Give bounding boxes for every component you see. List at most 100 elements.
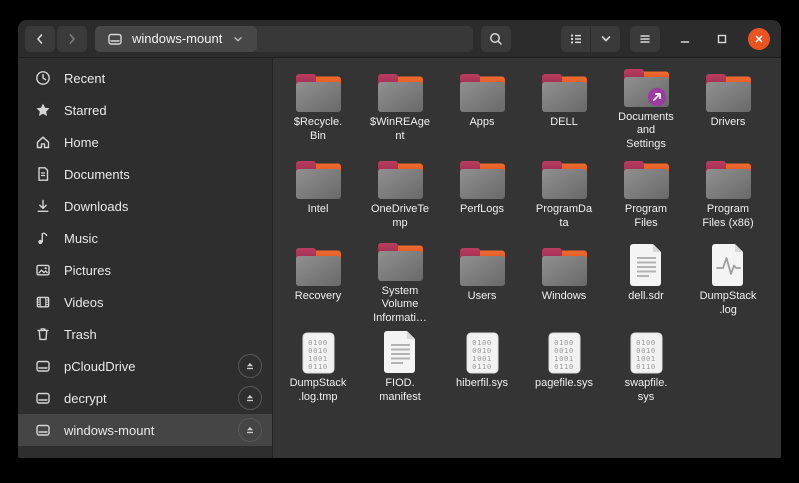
file-name-label: FIOD. manifest bbox=[379, 377, 421, 404]
file-item-hiberfil-sys[interactable]: 0100001010010110 hiberfil.sys bbox=[441, 325, 523, 412]
sidebar-item-label: Home bbox=[64, 135, 99, 150]
sidebar-item-windows-mount[interactable]: windows-mount bbox=[18, 414, 272, 446]
file-item-intel[interactable]: Intel bbox=[277, 151, 359, 238]
binary-file-icon: 0100001010010110 bbox=[302, 327, 335, 374]
file-item-dell[interactable]: DELL bbox=[523, 64, 605, 151]
list-view-button[interactable] bbox=[561, 26, 590, 52]
sidebar-item-videos[interactable]: Videos bbox=[18, 286, 272, 318]
sidebar-item-music[interactable]: Music bbox=[18, 222, 272, 254]
sidebar-item-pclouddrive[interactable]: pCloudDrive bbox=[18, 350, 272, 382]
close-button[interactable] bbox=[748, 28, 770, 50]
list-view-icon bbox=[568, 31, 584, 47]
sidebar-item-label: Downloads bbox=[64, 199, 128, 214]
drive-icon bbox=[35, 390, 51, 406]
window-controls bbox=[674, 28, 770, 50]
eject-button[interactable] bbox=[238, 418, 262, 442]
sidebar-item-label: Documents bbox=[64, 167, 130, 182]
file-item-programdata[interactable]: ProgramDa ta bbox=[523, 151, 605, 238]
binary-file-icon: 0100001010010110 bbox=[548, 327, 581, 374]
clock-icon bbox=[35, 70, 51, 86]
path-segment-current[interactable]: windows-mount bbox=[95, 26, 257, 52]
drive-icon bbox=[107, 31, 123, 47]
window-body: Recent Starred Home Documents Downloads Music… bbox=[18, 58, 781, 458]
film-icon bbox=[35, 294, 51, 310]
maximize-button[interactable] bbox=[711, 28, 733, 50]
file-name-label: PerfLogs bbox=[460, 203, 504, 217]
sidebar-item-recent[interactable]: Recent bbox=[18, 62, 272, 94]
file-name-label: Intel bbox=[308, 203, 329, 217]
file-item-recovery[interactable]: Recovery bbox=[277, 238, 359, 325]
folder-icon bbox=[459, 153, 506, 200]
folder-icon bbox=[459, 66, 506, 113]
folder-icon bbox=[541, 66, 588, 113]
file-name-label: DumpStack .log bbox=[700, 290, 757, 317]
eject-button[interactable] bbox=[238, 354, 262, 378]
forward-button[interactable] bbox=[57, 26, 87, 52]
file-item-pagefile-sys[interactable]: 0100001010010110 pagefile.sys bbox=[523, 325, 605, 412]
file-name-label: Users bbox=[468, 290, 497, 304]
chevron-down-icon bbox=[231, 32, 245, 46]
menu-button[interactable] bbox=[630, 26, 660, 52]
chevron-left-icon bbox=[32, 31, 48, 47]
search-button[interactable] bbox=[481, 26, 511, 52]
sidebar-item-downloads[interactable]: Downloads bbox=[18, 190, 272, 222]
file-item-onedrivetemp[interactable]: OneDriveTe mp bbox=[359, 151, 441, 238]
sidebar-item-pictures[interactable]: Pictures bbox=[18, 254, 272, 286]
sidebar: Recent Starred Home Documents Downloads Music… bbox=[18, 58, 273, 458]
minimize-button[interactable] bbox=[674, 28, 696, 50]
file-name-label: dell.sdr bbox=[628, 290, 663, 304]
file-item-winreagent[interactable]: $WinREAge nt bbox=[359, 64, 441, 151]
folder-icon bbox=[295, 153, 342, 200]
eject-icon bbox=[244, 424, 256, 436]
folder-symlink-icon bbox=[623, 66, 670, 108]
sidebar-item-documents[interactable]: Documents bbox=[18, 158, 272, 190]
file-name-label: hiberfil.sys bbox=[456, 377, 508, 391]
binary-file-icon: 0100001010010110 bbox=[630, 327, 663, 374]
file-item-users[interactable]: Users bbox=[441, 238, 523, 325]
file-item-perflogs[interactable]: PerfLogs bbox=[441, 151, 523, 238]
folder-icon bbox=[295, 66, 342, 113]
file-name-label: Apps bbox=[469, 116, 494, 130]
file-item-apps[interactable]: Apps bbox=[441, 64, 523, 151]
sidebar-item-label: pCloudDrive bbox=[64, 359, 136, 374]
text-document-icon bbox=[629, 240, 664, 287]
file-item-documents-and-settings[interactable]: Documents and Settings bbox=[605, 64, 687, 151]
folder-icon bbox=[623, 153, 670, 200]
file-view[interactable]: $Recycle. Bin $WinREAge nt Apps DELL Doc… bbox=[273, 58, 781, 458]
file-item-dumpstack-log-tmp[interactable]: 0100001010010110 DumpStack .log.tmp bbox=[277, 325, 359, 412]
document-icon bbox=[35, 166, 51, 182]
view-options-button[interactable] bbox=[591, 26, 620, 52]
file-name-label: Recovery bbox=[295, 290, 341, 304]
back-button[interactable] bbox=[25, 26, 55, 52]
path-bar[interactable]: windows-mount bbox=[95, 26, 473, 52]
file-item-dell-sdr[interactable]: dell.sdr bbox=[605, 238, 687, 325]
file-item-windows[interactable]: Windows bbox=[523, 238, 605, 325]
file-item-dumpstack-log[interactable]: DumpStack .log bbox=[687, 238, 769, 325]
sidebar-item-home[interactable]: Home bbox=[18, 126, 272, 158]
file-item-drivers[interactable]: Drivers bbox=[687, 64, 769, 151]
sidebar-item-label: Trash bbox=[64, 327, 97, 342]
file-name-label: DumpStack .log.tmp bbox=[290, 377, 347, 404]
star-icon bbox=[35, 102, 51, 118]
folder-icon bbox=[377, 153, 424, 200]
sidebar-item-label: windows-mount bbox=[64, 423, 154, 438]
drive-icon bbox=[35, 422, 51, 438]
file-item-fiod-manifest[interactable]: FIOD. manifest bbox=[359, 325, 441, 412]
sidebar-item-label: Videos bbox=[64, 295, 104, 310]
desktop: { "colors": { "accent_orange": "#E95420"… bbox=[0, 0, 799, 483]
sidebar-item-decrypt[interactable]: decrypt bbox=[18, 382, 272, 414]
sidebar-item-trash[interactable]: Trash bbox=[18, 318, 272, 350]
file-item-system-volume-information[interactable]: System Volume Informati… bbox=[359, 238, 441, 325]
sidebar-item-label: decrypt bbox=[64, 391, 107, 406]
file-item-program-files-x86[interactable]: Program Files (x86) bbox=[687, 151, 769, 238]
file-item-program-files[interactable]: Program Files bbox=[605, 151, 687, 238]
svg-text:0110: 0110 bbox=[636, 362, 656, 371]
sidebar-item-label: Starred bbox=[64, 103, 107, 118]
file-item-recycle-bin[interactable]: $Recycle. Bin bbox=[277, 64, 359, 151]
file-item-swapfile-sys[interactable]: 0100001010010110 swapfile. sys bbox=[605, 325, 687, 412]
eject-button[interactable] bbox=[238, 386, 262, 410]
sidebar-item-starred[interactable]: Starred bbox=[18, 94, 272, 126]
eject-icon bbox=[244, 360, 256, 372]
chevron-right-icon bbox=[64, 31, 80, 47]
text-document-icon bbox=[383, 327, 418, 374]
